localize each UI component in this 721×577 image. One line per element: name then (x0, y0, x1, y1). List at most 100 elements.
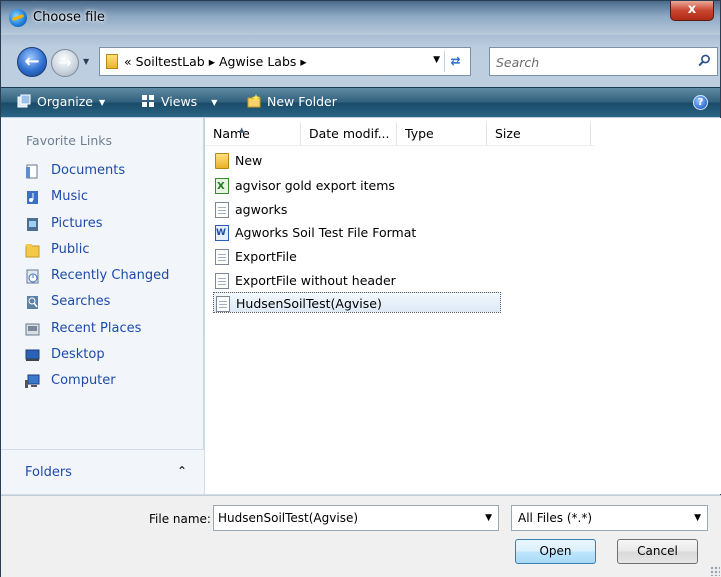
search-box[interactable] (489, 47, 718, 76)
forward-button[interactable]: → (51, 49, 79, 77)
column-header-label: Size (495, 126, 521, 141)
sidebar-item-recent-places[interactable]: Recent Places (1, 316, 203, 342)
help-icon[interactable]: ? (693, 95, 708, 110)
chevron-up-icon: ⌃ (177, 464, 188, 478)
file-name-input[interactable] (218, 510, 468, 526)
file-row-selected[interactable]: HudsenSoilTest(Agvise) (213, 292, 501, 313)
file-name: HudsenSoilTest(Agvise) (236, 296, 382, 311)
file-dialog-window: Choose file x ← → ▼ « SoiltestLab ▸ Agwi… (0, 0, 721, 577)
chevron-down-icon[interactable]: ▼ (694, 513, 701, 523)
new-folder-label: New Folder (267, 94, 337, 109)
music-icon (27, 191, 38, 205)
file-name-label: File name: (149, 512, 211, 526)
file-name: ExportFile (235, 249, 297, 264)
file-row[interactable]: ExportFile (213, 246, 297, 267)
search-icon[interactable] (698, 54, 711, 67)
close-button[interactable]: x (670, 1, 714, 21)
folders-toggle[interactable]: Folders ⌃ (1, 449, 204, 494)
folders-label: Folders (25, 465, 72, 480)
views-icon (142, 95, 154, 107)
column-header-label: Type (405, 126, 434, 141)
sidebar-item-desktop[interactable]: Desktop (1, 342, 203, 368)
sidebar-item-label: Desktop (51, 347, 105, 363)
sidebar-item-label: Music (51, 189, 88, 205)
title-bar[interactable]: Choose file x (1, 1, 720, 35)
documents-icon (26, 164, 38, 179)
sort-ascending-icon: ▲ (239, 126, 245, 134)
refresh-icon[interactable]: ⇄ (444, 51, 466, 72)
sidebar-item-music[interactable]: Music (1, 184, 203, 210)
organize-button[interactable]: Organize ▼ (17, 94, 105, 109)
recent-places-icon (25, 323, 40, 336)
text-file-icon (215, 202, 229, 218)
excel-file-icon (215, 176, 229, 197)
column-header-label: Date modif... (309, 126, 390, 141)
file-row[interactable]: agvisor gold export items (213, 175, 395, 197)
address-row: ← → ▼ « SoiltestLab ▸ Agwise Labs ▸ ▼ ⇄ (1, 35, 720, 87)
favorite-links-list: Documents Music Pictures Public Recently… (1, 158, 203, 395)
recently-changed-icon (26, 269, 39, 284)
column-header-name[interactable]: ▲ Name (205, 122, 301, 146)
sidebar-item-computer[interactable]: Computer (1, 368, 203, 394)
file-row[interactable]: agworks (213, 199, 287, 220)
text-file-icon (216, 296, 230, 312)
new-folder-icon (247, 94, 261, 108)
breadcrumb-separator[interactable]: ▸ (300, 54, 306, 69)
breadcrumb-item-agwise-labs[interactable]: Agwise Labs (219, 54, 296, 69)
file-name: Agworks Soil Test File Format (235, 225, 417, 240)
address-dropdown-icon[interactable]: ▼ (433, 55, 440, 65)
resize-grip-icon[interactable] (710, 566, 720, 576)
file-row[interactable]: Agworks Soil Test File Format (213, 222, 417, 244)
search-input[interactable] (496, 53, 686, 71)
breadcrumb: « SoiltestLab ▸ Agwise Labs ▸ (124, 54, 307, 69)
internet-explorer-icon (9, 9, 27, 27)
sidebar-item-label: Public (51, 241, 90, 257)
computer-icon (25, 374, 40, 389)
sidebar-item-label: Recent Places (51, 320, 142, 336)
breadcrumb-prefix[interactable]: « (124, 54, 132, 69)
public-folder-icon (25, 243, 40, 258)
file-name: agvisor gold export items (235, 178, 395, 193)
command-toolbar: Organize ▼ Views ▼ New Folder ? (1, 87, 720, 117)
desktop-icon (25, 349, 40, 362)
file-name: New (235, 153, 263, 168)
pictures-icon (27, 217, 38, 231)
column-header-type[interactable]: Type (397, 122, 487, 146)
sidebar-item-searches[interactable]: Searches (1, 289, 203, 315)
views-label: Views (161, 94, 198, 109)
column-header-date-modified[interactable]: Date modif... (301, 122, 397, 146)
file-type-select[interactable]: All Files (*.*) ▼ (511, 505, 708, 531)
address-bar[interactable]: « SoiltestLab ▸ Agwise Labs ▸ ▼ ⇄ (99, 47, 471, 76)
file-row-new-folder[interactable]: New (213, 150, 262, 171)
back-button[interactable]: ← (17, 47, 47, 77)
file-name-combobox[interactable]: ▼ (213, 505, 499, 531)
recent-pages-dropdown-icon[interactable]: ▼ (83, 57, 89, 66)
organize-label: Organize (37, 94, 93, 109)
sidebar-item-pictures[interactable]: Pictures (1, 211, 203, 237)
sidebar-item-label: Searches (51, 294, 111, 310)
sidebar-item-label: Recently Changed (51, 268, 170, 284)
folder-icon (215, 153, 229, 169)
sidebar-item-documents[interactable]: Documents (1, 158, 203, 184)
views-button[interactable]: Views ▼ (141, 94, 217, 109)
breadcrumb-item-soiltestlab[interactable]: SoiltestLab (136, 54, 205, 69)
sidebar-item-label: Pictures (51, 215, 103, 231)
file-name: ExportFile without header (235, 273, 396, 288)
text-file-icon (215, 273, 229, 289)
open-button[interactable]: Open (515, 539, 596, 564)
column-header-size[interactable]: Size (487, 122, 591, 146)
window-title: Choose file (33, 10, 105, 25)
cancel-button[interactable]: Cancel (617, 539, 698, 564)
sidebar-item-recently-changed[interactable]: Recently Changed (1, 263, 203, 289)
file-name: agworks (235, 202, 288, 217)
organize-icon (17, 94, 31, 108)
breadcrumb-separator[interactable]: ▸ (209, 54, 215, 69)
word-file-icon (215, 223, 229, 244)
organize-dropdown-icon: ▼ (99, 98, 106, 107)
file-row[interactable]: ExportFile without header (213, 270, 396, 291)
chevron-down-icon[interactable]: ▼ (485, 513, 492, 523)
views-dropdown-icon: ▼ (211, 98, 218, 107)
new-folder-button[interactable]: New Folder (247, 94, 337, 109)
dialog-footer: File name: ▼ All Files (*.*) ▼ Open Canc… (1, 495, 721, 577)
sidebar-item-public[interactable]: Public (1, 237, 203, 263)
